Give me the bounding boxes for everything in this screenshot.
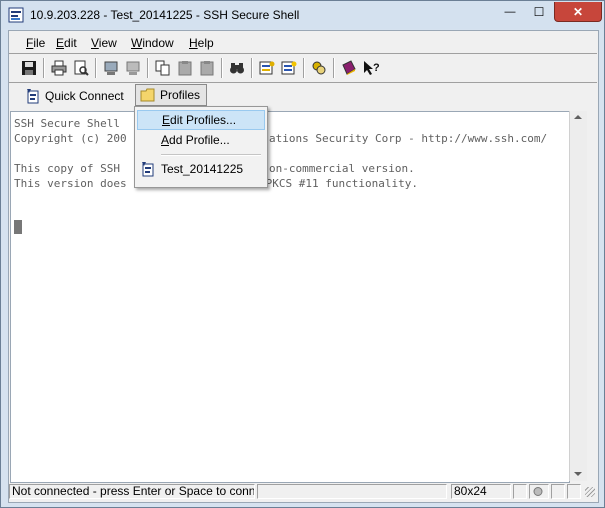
menu-window[interactable]: Window	[131, 36, 174, 50]
help-book-icon	[342, 60, 356, 75]
new-file-transfer-icon	[126, 61, 140, 75]
menu-edit[interactable]: Edit	[56, 36, 77, 50]
keys-button[interactable]	[309, 58, 329, 78]
toolbar-separator	[221, 58, 223, 78]
toolbar-separator	[251, 58, 253, 78]
menu-bar: File Edit View Window Help	[9, 32, 597, 52]
new-terminal-button[interactable]	[101, 58, 121, 78]
print-preview-button[interactable]	[71, 58, 91, 78]
menu-separator	[161, 154, 261, 156]
paste-button[interactable]	[175, 58, 195, 78]
quick-connect-button[interactable]: Quick Connect	[23, 86, 126, 106]
context-help-button[interactable]: ?	[361, 58, 381, 78]
terminal-area[interactable]: SSH Secure Shell Copyright (c) 200 ations…	[10, 111, 570, 483]
find-icon	[230, 63, 244, 74]
profiles-dropdown-menu: Edit Profiles... Add Profile... Test_201…	[134, 106, 268, 188]
minimize-button[interactable]: —	[496, 2, 524, 22]
menu-item-add-profile[interactable]: Add Profile...	[137, 130, 265, 150]
encryption-icon	[533, 487, 543, 496]
status-pane	[551, 484, 565, 499]
maximize-icon: ☐	[533, 5, 545, 19]
copy-button[interactable]	[153, 58, 173, 78]
paste-alt-icon	[200, 61, 214, 76]
ssh-app-icon	[8, 7, 24, 23]
toolbar-separator	[95, 58, 97, 78]
quick-toolbar: Quick Connect Profiles	[9, 84, 597, 108]
menu-help[interactable]: Help	[189, 36, 214, 50]
menu-view[interactable]: View	[91, 36, 117, 50]
terminal-line: SSH Secure Shell	[14, 117, 120, 130]
toolbar-separator-line	[9, 82, 597, 83]
terminal-line: This copy of SSH on-commercial version.	[14, 162, 415, 175]
context-help-icon: ?	[364, 61, 379, 75]
menu-item-profile[interactable]: Test_20141225	[137, 159, 265, 179]
terminal-size: 80x24	[451, 484, 511, 499]
keys-icon	[312, 61, 326, 75]
status-pane	[513, 484, 527, 499]
print-preview-icon	[74, 60, 89, 76]
minimize-icon: —	[504, 6, 516, 18]
new-terminal-icon	[104, 61, 118, 75]
profile-icon	[142, 162, 154, 177]
terminal-line: Copyright (c) 200 ations Security Corp - …	[14, 132, 548, 145]
save-icon	[22, 61, 36, 75]
status-message: Not connected - press Enter or Space to …	[9, 484, 255, 499]
quick-connect-label: Quick Connect	[45, 89, 124, 103]
print-icon	[51, 60, 67, 76]
profiles-label: Profiles	[160, 88, 201, 102]
scroll-down-arrow[interactable]	[574, 472, 582, 476]
main-toolbar: ?	[9, 56, 597, 82]
menu-item-edit-profiles[interactable]: Edit Profiles...	[137, 110, 265, 130]
title-bar[interactable]: 10.9.203.228 - Test_20141225 - SSH Secur…	[1, 1, 604, 29]
find-button[interactable]	[227, 58, 247, 78]
status-pane	[257, 484, 447, 499]
folder-icon	[140, 88, 155, 102]
scroll-up-arrow[interactable]	[574, 115, 582, 119]
settings-button[interactable]	[257, 58, 277, 78]
status-pane	[567, 484, 581, 499]
menu-separator	[9, 53, 597, 54]
resize-grip-icon[interactable]	[585, 487, 595, 497]
close-button[interactable]: ✕	[554, 2, 602, 22]
vertical-scrollbar[interactable]	[569, 111, 587, 481]
paste-icon	[178, 61, 192, 76]
svg-text:?: ?	[373, 62, 379, 74]
terminal-cursor	[14, 220, 22, 234]
new-file-transfer-button[interactable]	[123, 58, 143, 78]
toolbar-separator	[333, 58, 335, 78]
maximize-button[interactable]: ☐	[525, 2, 553, 22]
profiles-button[interactable]: Profiles	[135, 84, 207, 106]
profile-settings-icon	[281, 61, 297, 75]
paste-alt-button[interactable]	[197, 58, 217, 78]
quick-connect-icon	[27, 89, 39, 104]
toolbar-separator	[147, 58, 149, 78]
settings-icon	[259, 61, 275, 75]
close-icon: ✕	[572, 4, 584, 19]
copy-icon	[155, 60, 170, 76]
toolbar-separator	[303, 58, 305, 78]
save-button[interactable]	[19, 58, 39, 78]
window-title: 10.9.203.228 - Test_20141225 - SSH Secur…	[30, 8, 300, 22]
toolbar-separator	[43, 58, 45, 78]
help-book-button[interactable]	[339, 58, 359, 78]
profile-settings-button[interactable]	[279, 58, 299, 78]
menu-file[interactable]: File	[26, 36, 45, 50]
status-bar: Not connected - press Enter or Space to …	[9, 483, 597, 501]
status-pane	[529, 484, 549, 499]
print-button[interactable]	[49, 58, 69, 78]
